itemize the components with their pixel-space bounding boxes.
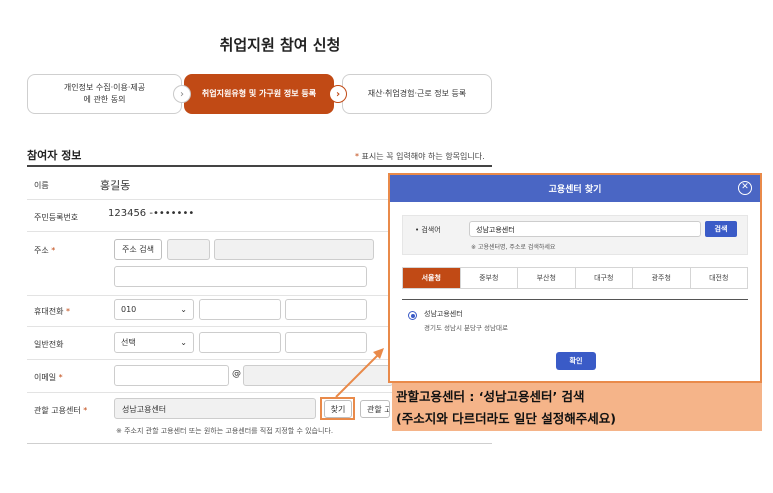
annotation-line1: 관할고용센터 : ‘성남고용센터’ 검색 [396,389,585,404]
connector-arrow [335,348,384,398]
annotation-line2: (주소지와 다르더라도 일단 설정해주세요) [396,411,616,426]
